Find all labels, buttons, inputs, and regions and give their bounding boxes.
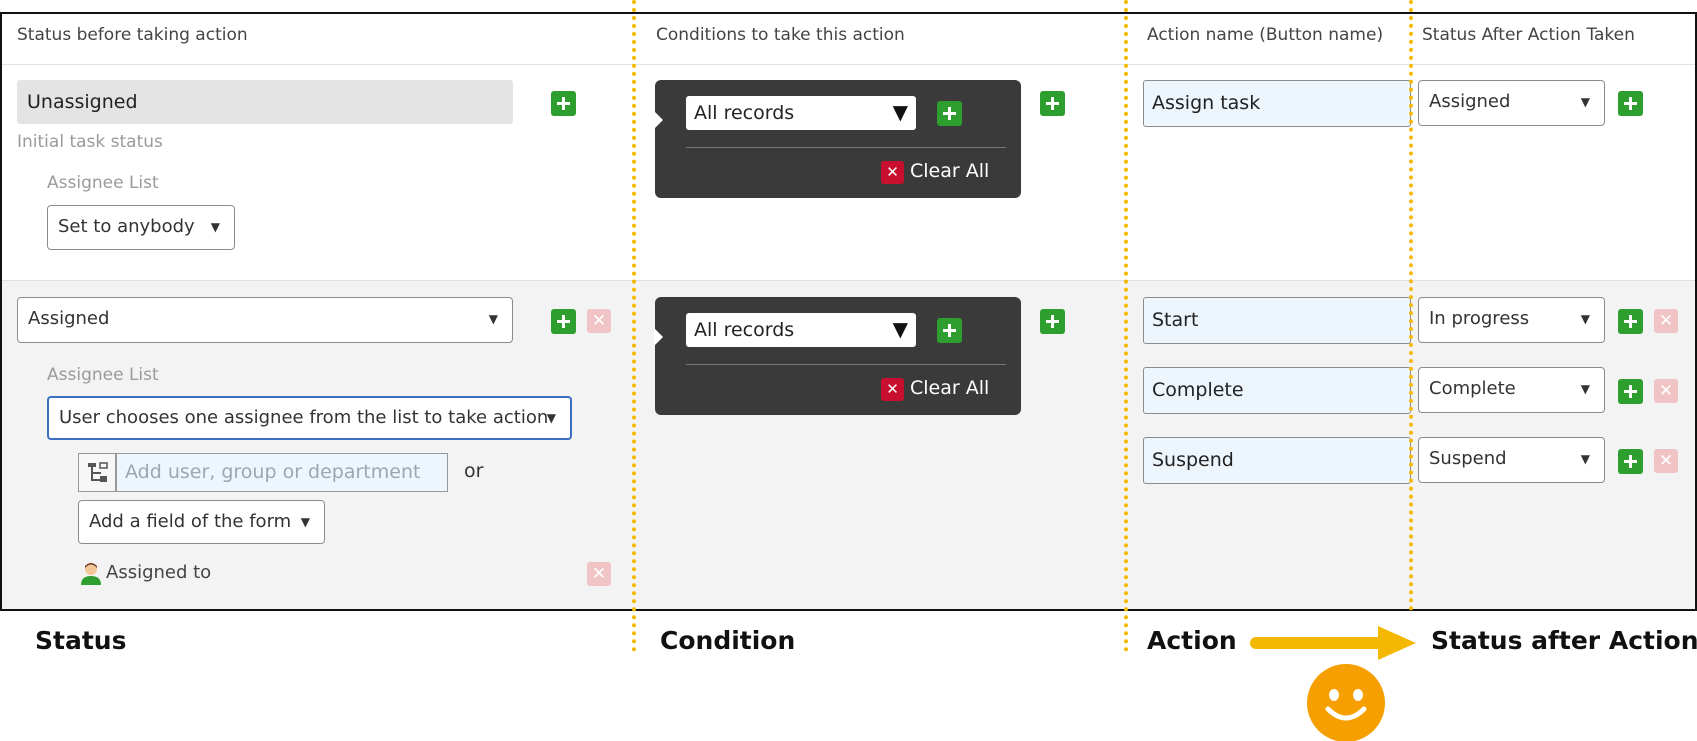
condition-select-value: All records [694,319,795,341]
delete-action-button[interactable]: ✕ [1654,379,1678,403]
delete-status-button[interactable]: ✕ [587,309,611,333]
add-action-button[interactable] [1618,309,1643,334]
add-action-button[interactable] [1618,91,1643,116]
assignee-select-value: Set to anybody [58,216,195,237]
add-action-button[interactable] [1618,379,1643,404]
close-icon[interactable]: ✕ [881,378,904,401]
close-icon[interactable]: ✕ [881,161,904,184]
header-conditions: Conditions to take this action [656,25,905,45]
add-condition-group-button[interactable] [1040,309,1065,334]
next-status-select[interactable]: In progress ▼ [1418,297,1605,343]
status-unassigned: Unassigned [17,80,513,124]
remove-assignee-button[interactable]: ✕ [587,562,611,586]
arrow-right-icon [1250,626,1416,660]
chevron-down-icon: ▼ [1580,312,1590,326]
condition-select-value: All records [694,102,795,124]
add-action-button[interactable] [1618,449,1643,474]
next-status-select[interactable]: Suspend ▼ [1418,437,1605,483]
add-status-button[interactable] [551,91,576,116]
next-status-value: Assigned [1429,91,1511,112]
chevron-down-icon: ▼ [1580,95,1590,109]
assignee-list-label: Assignee List [47,173,159,193]
chevron-down-icon: ▼ [210,220,220,234]
assignee-select[interactable]: Set to anybody ▼ [47,205,235,250]
status-select-value: Assigned [28,308,110,329]
header-divider [2,64,1695,65]
clear-all-button[interactable]: Clear All [910,377,989,399]
header-status-before: Status before taking action [17,25,248,45]
divider-status-condition [632,0,636,652]
condition-separator [686,364,1006,365]
label-status: Status [35,626,127,655]
action-name-input[interactable]: Start [1143,297,1411,344]
condition-box: All records ▼ ✕ Clear All [654,297,1021,415]
condition-select[interactable]: All records ▼ [686,96,916,130]
delete-action-button[interactable]: ✕ [1654,449,1678,473]
header-status-after: Status After Action Taken [1422,25,1635,45]
label-action: Action [1147,626,1237,655]
condition-separator [686,147,1006,148]
delete-action-button[interactable]: ✕ [1654,309,1678,333]
add-condition-button[interactable] [937,101,962,126]
action-name-input[interactable]: Suspend [1143,437,1411,484]
org-chart-icon [88,462,108,482]
user-icon [80,561,102,585]
user-group-department-input[interactable]: Add user, group or department [116,453,448,492]
org-chart-picker-button[interactable] [78,453,116,492]
add-field-select[interactable]: Add a field of the form ▼ [78,500,325,544]
initial-status-note: Initial task status [17,132,163,152]
next-status-value: Complete [1429,378,1516,399]
triangle-down-icon: ▼ [892,317,908,341]
chevron-down-icon: ▼ [1580,382,1590,396]
chevron-down-icon: ▼ [300,515,310,529]
label-condition: Condition [660,626,796,655]
divider-condition-action [1124,0,1128,652]
condition-select[interactable]: All records ▼ [686,313,916,347]
assignee-select[interactable]: User chooses one assignee from the list … [47,396,572,440]
divider-action-status-after [1409,0,1413,611]
action-name-input[interactable]: Assign task [1143,80,1411,127]
add-status-button[interactable] [551,309,576,334]
assignee-list-label: Assignee List [47,365,159,385]
next-status-select[interactable]: Complete ▼ [1418,367,1605,413]
header-action-name: Action name (Button name) [1147,25,1384,45]
add-field-select-value: Add a field of the form [89,511,292,532]
clear-all-button[interactable]: Clear All [910,160,989,182]
add-condition-button[interactable] [937,318,962,343]
label-status-after-action: Status after Action [1431,626,1697,655]
condition-box: All records ▼ ✕ Clear All [654,80,1021,198]
chevron-down-icon: ▼ [546,411,556,425]
smiley-face-icon [1307,664,1385,741]
triangle-down-icon: ▼ [892,100,908,124]
chevron-down-icon: ▼ [1580,452,1590,466]
assignee-select-value: User chooses one assignee from the list … [59,407,549,428]
or-text: or [464,460,484,482]
chevron-down-icon: ▼ [488,312,498,326]
assigned-to-field: Assigned to [106,562,212,583]
status-select[interactable]: Assigned ▼ [17,297,513,343]
add-condition-group-button[interactable] [1040,91,1065,116]
action-name-input[interactable]: Complete [1143,367,1411,414]
next-status-value: Suspend [1429,448,1507,469]
next-status-value: In progress [1429,308,1530,329]
next-status-select[interactable]: Assigned ▼ [1418,80,1605,126]
